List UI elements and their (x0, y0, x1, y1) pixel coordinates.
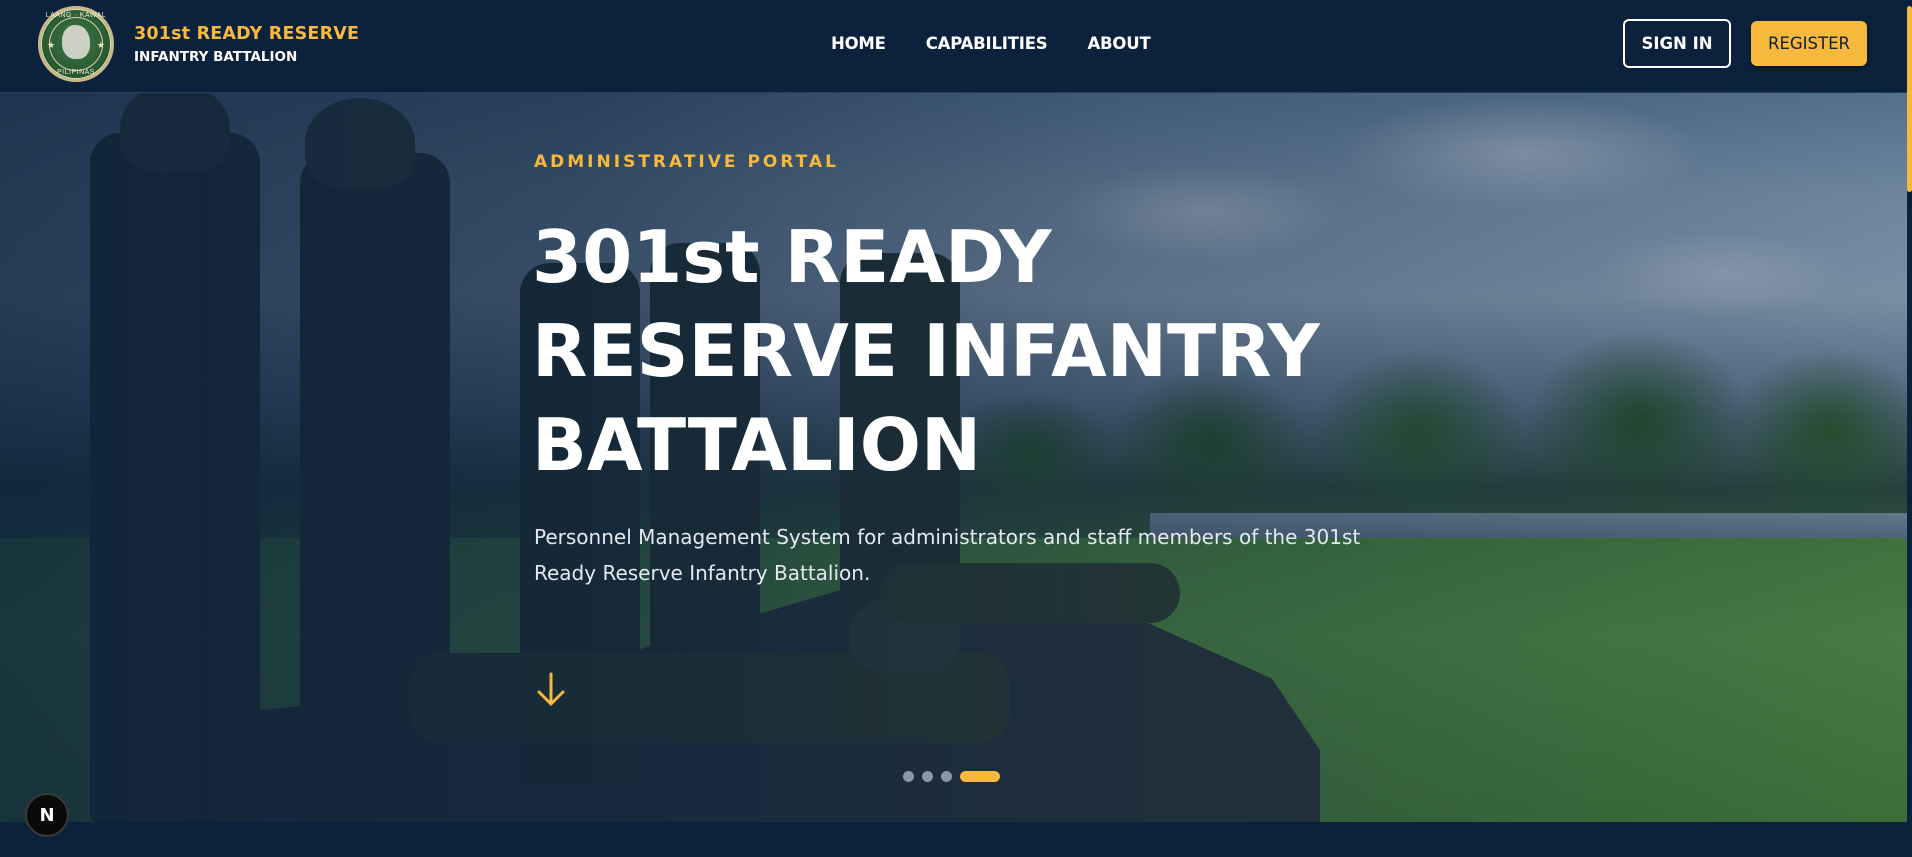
hero-carousel: ADMINISTRATIVE PORTAL 301st READY RESERV… (0, 93, 1907, 822)
carousel-indicators (903, 771, 1000, 782)
carousel-dot-2[interactable] (922, 771, 933, 782)
hero-description: Personnel Management System for administ… (534, 525, 1361, 585)
hero-headline-line: RESERVE INFANTRY (532, 309, 1320, 393)
carousel-dot-4-active[interactable] (960, 771, 1000, 782)
carousel-dot-3[interactable] (941, 771, 952, 782)
emblem-head-icon (62, 25, 90, 59)
emblem-star-right-icon: ★ (96, 41, 105, 51)
battalion-emblem-logo[interactable]: LAANG · KAWAL ★ ★ PILIPINAS (38, 6, 114, 82)
hero-headline: 301st READY RESERVE INFANTRY BATTALION (532, 210, 1320, 492)
carousel-dot-1[interactable] (903, 771, 914, 782)
page-scrollbar-thumb[interactable] (1907, 6, 1912, 192)
emblem-star-left-icon: ★ (47, 41, 56, 51)
sign-in-button[interactable]: SIGN IN (1623, 19, 1731, 68)
hero-eyebrow: ADMINISTRATIVE PORTAL (534, 152, 839, 172)
hero-headline-line: 301st READY (532, 215, 1052, 299)
nav-capabilities[interactable]: CAPABILITIES (926, 34, 1048, 53)
top-nav-bar: LAANG · KAWAL ★ ★ PILIPINAS 301st READY … (0, 0, 1907, 93)
nav-about[interactable]: ABOUT (1087, 34, 1150, 53)
emblem-text-top: LAANG · KAWAL (45, 12, 107, 19)
emblem-text-bottom: PILIPINAS (57, 69, 95, 76)
nav-home[interactable]: HOME (831, 34, 886, 53)
nextjs-badge-icon[interactable]: N (25, 793, 69, 837)
register-button[interactable]: REGISTER (1751, 21, 1867, 66)
hero-headline-line: BATTALION (532, 403, 982, 487)
next-section-edge (0, 822, 1907, 857)
main-nav: HOME CAPABILITIES ABOUT (831, 34, 1151, 53)
brand-title[interactable]: 301st READY RESERVE (134, 24, 359, 44)
brand-subtitle[interactable]: INFANTRY BATTALION (134, 49, 297, 65)
arrow-down-icon[interactable] (536, 672, 566, 713)
